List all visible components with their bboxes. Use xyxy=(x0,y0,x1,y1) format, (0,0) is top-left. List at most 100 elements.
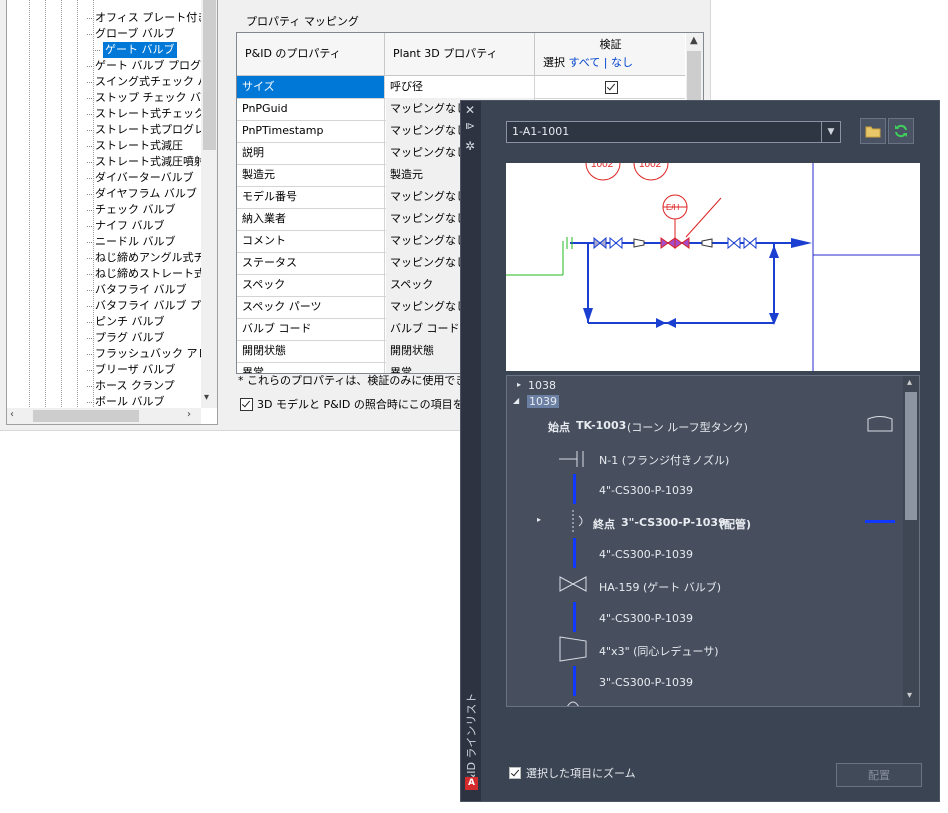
tree-hscroll-thumb[interactable] xyxy=(33,410,139,422)
line-list-tree[interactable]: ▸ 1038 ◢ 1039 始点 TK-1003 (コーン ルーフ型タンク) N… xyxy=(506,375,920,707)
tag-label: 1002 xyxy=(639,163,662,170)
selected-valve-icon xyxy=(660,237,690,249)
autocad-logo-icon: A xyxy=(465,777,478,790)
drawing-combobox[interactable]: 1-A1-1001 ▼ xyxy=(506,121,841,143)
tree-item[interactable]: ストレート式チェック バ xyxy=(87,106,217,122)
expand-arrow-icon[interactable]: ▸ xyxy=(517,380,521,389)
tree-node-selected[interactable]: 1039 xyxy=(527,395,559,408)
scroll-up-arrow-icon[interactable]: ▴ xyxy=(907,377,912,388)
tree-guide-line xyxy=(45,0,46,408)
pid-property-cell: スペック xyxy=(237,274,385,296)
tree-guide-line xyxy=(93,0,94,408)
tree-item[interactable]: ストレート式プログレッ xyxy=(87,122,216,138)
scroll-down-arrow-icon[interactable]: ▾ xyxy=(204,392,209,403)
tree-item[interactable]: ダイヤフラム バルブ xyxy=(87,186,197,202)
nozzle-item[interactable]: N-1 (フランジ付きノズル) xyxy=(599,452,729,468)
pid-property-cell: スペック パーツ xyxy=(237,296,385,318)
pid-linelist-palette: ✕ ⧐ ✲ P&ID ラインリスト A 1-A1-1001 ▼ 1002 100… xyxy=(460,100,940,802)
grid-row[interactable]: サイズ 呼び径 xyxy=(237,76,685,99)
gear-icon[interactable]: ✲ xyxy=(465,139,475,153)
pid-property-cell: PnPGuid xyxy=(237,98,385,120)
select-all-link[interactable]: すべて xyxy=(569,56,601,69)
flange-nozzle-icon xyxy=(559,451,584,467)
pipe-item[interactable]: 4"-CS300-P-1039 xyxy=(599,548,693,561)
tree-item-selected[interactable]: ゲート バルブ xyxy=(93,42,177,58)
tree-item[interactable]: ストレート式減圧噴射 xyxy=(87,154,205,170)
open-folder-button[interactable] xyxy=(860,118,886,144)
tree-item[interactable]: ニードル バルブ xyxy=(87,234,176,250)
pid-property-cell: PnPTimestamp xyxy=(237,120,385,142)
tree-item[interactable]: ピンチ バルブ xyxy=(87,314,165,330)
gate-valve-icon xyxy=(559,576,587,592)
refresh-button[interactable] xyxy=(888,118,914,144)
check-3d-label: 3D モデルと P&ID の照合時にこの項目を確 xyxy=(257,398,475,411)
pid-preview: 1002 1002 E/H xyxy=(506,163,920,371)
checkbox-checked-icon[interactable] xyxy=(240,397,253,411)
tree-item[interactable]: バタフライ バルブ プロ xyxy=(87,298,212,314)
header-validation: 検証 選択 すべて | なし xyxy=(536,33,685,75)
tree-item[interactable]: グローブ バルブ xyxy=(87,26,175,42)
auto-hide-icon[interactable]: ⧐ xyxy=(465,121,475,132)
tree-item[interactable]: ねじ締めアングル式チ xyxy=(87,250,205,266)
chevron-down-icon[interactable]: ▼ xyxy=(821,122,840,142)
pid-property-cell: ステータス xyxy=(237,252,385,274)
tree-item[interactable]: ストレート式減圧 xyxy=(87,138,183,154)
pipe-item[interactable]: 4"-CS300-P-1039 xyxy=(599,484,693,497)
link-separator: | xyxy=(603,56,608,69)
pid-property-cell: バルブ コード xyxy=(237,318,385,340)
line-list-scrollbar[interactable]: ▴ ▾ xyxy=(903,376,919,706)
tree-item[interactable]: スイング式チェック バル xyxy=(87,74,217,90)
scroll-down-arrow-icon[interactable]: ▾ xyxy=(907,690,912,701)
check-3d-option[interactable]: 3D モデルと P&ID の照合時にこの項目を確 xyxy=(240,396,475,412)
end-label: 終点 xyxy=(593,518,615,531)
valve-item[interactable]: HA-159 (ゲート バルブ) xyxy=(599,579,721,595)
validation-title: 検証 xyxy=(599,38,622,51)
plant3d-property-cell[interactable]: 呼び径 xyxy=(386,76,535,98)
reducer-item[interactable]: 4"x3" (同心レデューサ) xyxy=(599,643,719,659)
reducer-icon xyxy=(559,636,587,662)
place-button[interactable]: 配置 xyxy=(836,763,922,787)
zoom-label: 選択した項目にズーム xyxy=(526,767,636,780)
scroll-left-arrow-icon[interactable]: ‹ xyxy=(10,409,14,420)
tree-item[interactable]: ねじ締めストレート式 xyxy=(87,266,205,282)
tree-item[interactable]: フラッシュバック アレス xyxy=(87,346,217,362)
tank-icon xyxy=(867,416,893,432)
tree-guide-line xyxy=(61,0,62,408)
valve-class-tree[interactable]: オフィス プレート付き グローブ バルブ ゲート バルブ ゲート バルブ プログレ スイ… xyxy=(6,0,218,425)
close-icon[interactable]: ✕ xyxy=(465,103,475,117)
select-none-link[interactable]: なし xyxy=(611,56,633,69)
pipe-item[interactable]: 4"-CS300-P-1039 xyxy=(599,612,693,625)
header-plant3d-property: Plant 3D プロパティ xyxy=(386,33,535,75)
tree-item[interactable]: オフィス プレート付き xyxy=(86,10,208,26)
pid-property-cell: 説明 xyxy=(237,142,385,164)
tree-item[interactable]: ナイフ バルブ xyxy=(87,218,165,234)
line-list-scroll-thumb[interactable] xyxy=(905,392,917,520)
checkbox-checked-icon[interactable] xyxy=(509,767,521,779)
select-label: 選択 xyxy=(543,56,565,69)
pipe-segment-bar xyxy=(573,666,576,696)
start-tag[interactable]: TK-1003 xyxy=(576,419,626,432)
footnote: * これらのプロパティは、検証のみに使用できます xyxy=(238,374,489,387)
tree-item[interactable]: ストップ チェック バルブ xyxy=(87,90,217,106)
tree-item[interactable]: ダイバーターバルブ xyxy=(87,170,194,186)
tree-item[interactable]: ホース クランプ xyxy=(87,378,175,394)
collapse-arrow-icon[interactable]: ◢ xyxy=(513,396,519,405)
zoom-to-selection-option[interactable]: 選択した項目にズーム xyxy=(509,765,636,781)
tree-vertical-scrollbar[interactable]: ▾ xyxy=(201,0,217,408)
tree-scroll-thumb[interactable] xyxy=(203,0,216,150)
tree-item[interactable]: プラグ バルブ xyxy=(87,330,165,346)
validation-cell[interactable] xyxy=(536,76,685,98)
end-tag[interactable]: 3"-CS300-P-1039 xyxy=(621,516,726,529)
tree-item[interactable]: バタフライ バルブ xyxy=(87,282,187,298)
scroll-right-arrow-icon[interactable]: › xyxy=(187,409,191,420)
expand-arrow-icon[interactable]: ▸ xyxy=(537,515,541,524)
tree-horizontal-scrollbar[interactable]: ‹ › xyxy=(7,408,201,424)
tree-item[interactable]: チェック バルブ xyxy=(87,202,176,218)
scroll-up-arrow-icon[interactable]: ▲ xyxy=(690,35,698,46)
start-label: 始点 xyxy=(548,421,570,434)
pipe-item[interactable]: 3"-CS300-P-1039 xyxy=(599,676,693,689)
tree-node[interactable]: 1038 xyxy=(528,379,556,392)
tree-item[interactable]: ブリーザ バルブ xyxy=(86,362,175,378)
tree-item[interactable]: ゲート バルブ プログレ xyxy=(87,58,212,74)
checkbox-checked-icon[interactable] xyxy=(605,81,618,94)
